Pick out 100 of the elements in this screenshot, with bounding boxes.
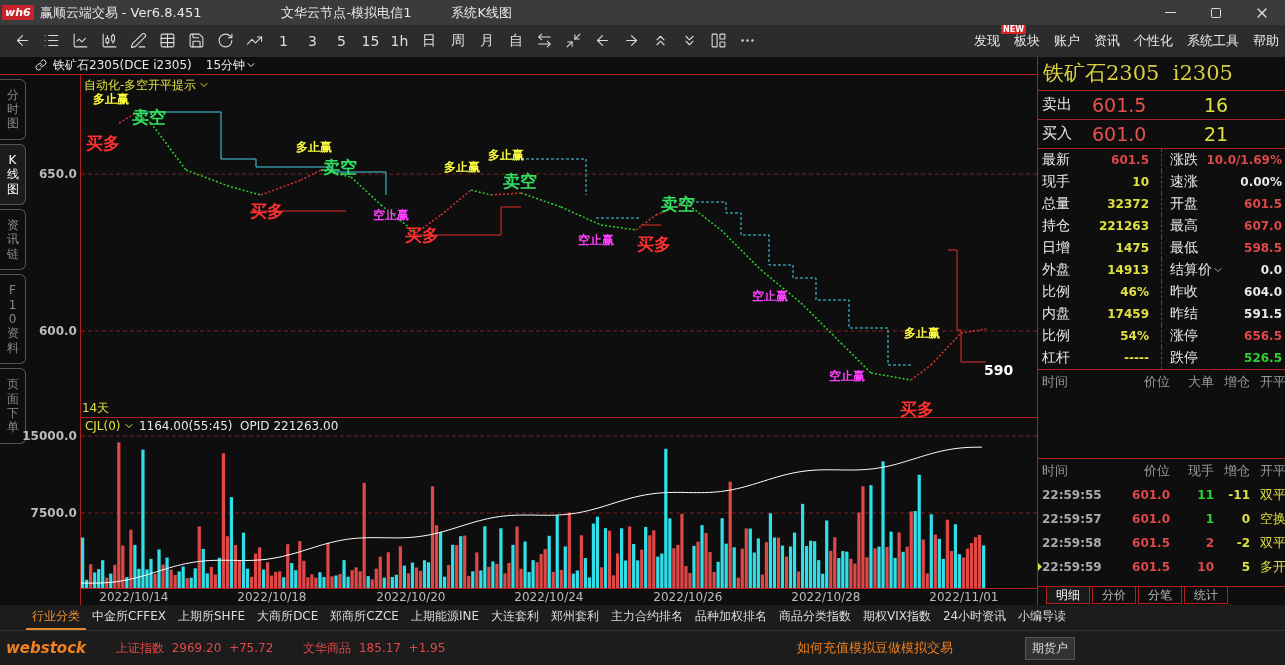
date-label: 2022/10/14 [99,589,169,604]
stat-value: 656.5 [1244,328,1282,343]
stat-label: 比例 [1042,326,1070,345]
book-price: 601.5 [1092,93,1148,116]
detail-tab[interactable]: 统计 [1184,586,1228,604]
book-label: 买入 [1042,124,1073,144]
side-tab[interactable]: 分时图 [0,78,26,140]
menu-item[interactable]: 板块 [1014,31,1040,50]
stat-label: 速涨 [1170,172,1198,191]
signal-label: 买多 [85,131,120,155]
column-header: 价位 [1143,461,1170,480]
column-header: 增仓 [1223,461,1250,480]
stat-value: 32372 [1107,196,1149,211]
period-button[interactable]: 1 [269,27,298,54]
menu-item[interactable]: 个性化 [1134,31,1173,50]
market-tab[interactable]: 商品分类指数 [773,605,857,630]
period-button[interactable]: 3 [298,27,327,54]
column-header: 增仓 [1223,372,1250,391]
period-button[interactable]: 5 [327,27,356,54]
menu-item[interactable]: 系统工具 [1187,31,1239,50]
period-button[interactable]: 15 [356,27,385,54]
date-label: 2022/10/24 [514,589,584,604]
stat-label: 日增 [1042,238,1070,257]
symbol-title: 铁矿石2305(DCE i2305) [53,56,192,74]
app-title: 赢顺云端交易 - Ver6.8.451 [39,3,202,22]
indicator-dropdown[interactable]: CJL(0) [84,418,135,433]
contract-title: 铁矿石2305 i2305 [1038,56,1285,91]
period-button[interactable]: 月 [472,27,501,54]
side-tab[interactable]: 资讯链 [0,209,26,271]
menu-item[interactable]: 资讯 [1094,31,1120,50]
period-button[interactable]: 周 [443,27,472,54]
tick-price: 601.5 [1131,535,1170,550]
period-button[interactable]: 自 [501,27,530,54]
tick-change: 0 [1240,511,1250,526]
market-tab[interactable]: 大连套利 [485,605,545,630]
menu-item[interactable]: 帮助 [1253,31,1279,50]
index-quote: 上证指数 2969.20 +75.72 [116,639,274,657]
period-dropdown[interactable]: 15分钟 [205,56,258,74]
market-tab[interactable]: 小编导读 [1012,605,1073,630]
market-tab[interactable]: 24小时资讯 [936,605,1013,630]
signal-label: 空止赢 [751,287,788,305]
market-tab[interactable]: 品种加权排名 [689,605,773,630]
stat-value: 601.5 [1111,152,1149,167]
signal-label: 买多 [249,199,284,223]
stat-label: 内盘 [1042,304,1070,323]
server-name: 文华云节点-模拟电信1 [281,3,412,22]
date-label: 2022/10/20 [376,589,446,604]
menu-item[interactable]: 账户 [1054,31,1080,50]
axis-label: 600.0 [38,323,77,338]
market-tab[interactable]: 郑州套利 [545,605,605,630]
account-button[interactable]: 期货户 [1025,636,1075,660]
detail-tab[interactable]: 明细 [1046,586,1090,604]
signal-label: 多止赢 [487,146,524,164]
stat-value: 601.5 [1244,196,1282,211]
maximize-icon [1210,6,1222,19]
market-tab[interactable]: 上期所SHFE [172,605,252,630]
stat-value: 10.0/1.69% [1206,152,1282,167]
signal-label: 空止赢 [828,367,865,385]
period-button[interactable]: 日 [414,27,443,54]
tick-qty: 10 [1196,559,1214,574]
date-label: 2022/10/26 [653,589,723,604]
side-tab[interactable]: K线图 [0,143,26,205]
tick-price: 601.5 [1131,559,1170,574]
new-badge: NEW [1001,24,1026,34]
stat-value: 1475 [1115,240,1149,255]
side-tab[interactable]: F10资料 [0,274,26,365]
detail-tab[interactable]: 分价 [1092,586,1136,604]
book-qty: 16 [1203,93,1230,116]
price-label: 590 [983,361,1014,378]
stat-label: 昨收 [1170,282,1198,301]
market-tab[interactable]: 主力合约排名 [605,605,689,630]
tick-qty: 11 [1196,487,1214,502]
detail-tab[interactable]: 分笔 [1138,586,1182,604]
signal-label: 买多 [404,223,439,247]
signal-label: 买多 [899,397,934,421]
market-tab[interactable]: 大商所DCE [251,605,325,630]
tick-time: 22:59:57 [1042,511,1103,526]
days-label: 14天 [81,399,110,417]
stat-label: 涨停 [1170,326,1198,345]
stat-label: 跌停 [1170,348,1198,367]
indicator-reading: 1164.00(55:45) OPID 221263.00 [138,418,339,433]
stat-label: 昨结 [1170,304,1198,323]
stat-value: 0.00% [1240,174,1282,189]
tick-type: 双平 [1259,533,1285,552]
column-header: 时间 [1042,372,1069,391]
signal-label: 空止赢 [372,206,409,224]
stat-value: 17459 [1107,306,1149,321]
market-tab[interactable]: 中金所CFFEX [86,605,172,630]
column-header: 价位 [1143,372,1170,391]
tick-price: 601.0 [1131,511,1170,526]
market-tab[interactable]: 期权VIX指数 [857,605,937,630]
notice-link[interactable]: 如何充值模拟豆做模拟交易 [797,639,954,658]
market-tab[interactable]: 郑商所CZCE [324,605,405,630]
signal-label: 卖空 [322,155,357,179]
market-tab[interactable]: 上期能源INE [404,605,485,630]
column-header: 大单 [1187,372,1214,391]
stat-value: 591.5 [1244,306,1282,321]
signal-label: 多止赢 [443,158,480,176]
period-button[interactable]: 1h [385,27,414,54]
signal-label: 卖空 [502,169,537,193]
